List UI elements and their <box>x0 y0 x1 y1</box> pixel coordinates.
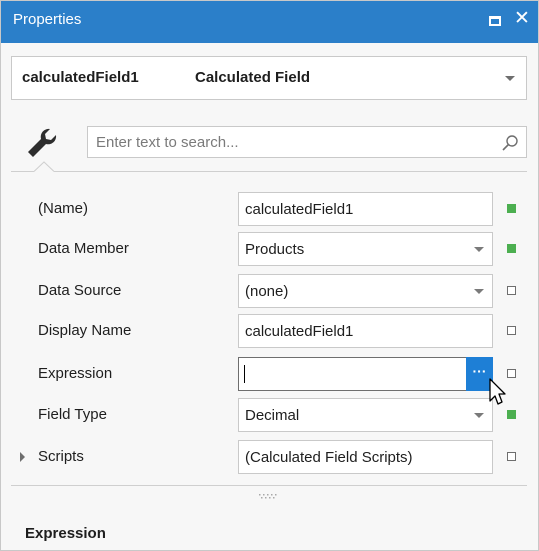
data-source-dropdown[interactable]: (none) <box>238 274 493 308</box>
name-field[interactable]: calculatedField1 <box>238 192 493 226</box>
object-type: Calculated Field <box>195 69 311 86</box>
description-divider <box>11 485 527 486</box>
property-label: Expression <box>38 365 113 382</box>
maximize-icon[interactable] <box>489 16 501 26</box>
property-value: Decimal <box>245 407 300 424</box>
tab-divider-right <box>54 171 527 172</box>
search-input[interactable]: Enter text to search... <box>87 126 527 158</box>
default-marker[interactable] <box>507 452 516 461</box>
default-marker[interactable] <box>507 326 516 335</box>
chevron-down-icon[interactable] <box>474 289 484 294</box>
property-label: Data Source <box>38 282 122 299</box>
default-marker[interactable] <box>507 369 516 378</box>
object-name: calculatedField1 <box>22 69 139 86</box>
object-selector[interactable]: calculatedField1 Calculated Field <box>11 56 527 100</box>
mouse-pointer-icon <box>489 378 506 405</box>
property-row-name: (Name) calculatedField1 <box>1 189 538 229</box>
property-label: Scripts <box>38 448 84 465</box>
modified-marker[interactable] <box>507 244 516 253</box>
chevron-down-icon[interactable] <box>505 76 515 81</box>
title-bar: Properties ✕ <box>1 1 538 43</box>
property-label: (Name) <box>38 200 89 217</box>
property-row-expression: Expression ··· <box>1 354 538 394</box>
modified-marker[interactable] <box>507 410 516 419</box>
modified-marker[interactable] <box>507 204 516 213</box>
expression-field[interactable]: ··· <box>238 357 493 391</box>
display-name-field[interactable]: calculatedField1 <box>238 314 493 348</box>
tab-notch <box>34 161 54 172</box>
property-value: calculatedField1 <box>245 323 354 340</box>
property-row-scripts: Scripts (Calculated Field Scripts) <box>1 437 538 477</box>
chevron-down-icon[interactable] <box>474 413 484 418</box>
scripts-field[interactable]: (Calculated Field Scripts) <box>238 440 493 474</box>
property-label: Display Name <box>38 322 132 339</box>
property-value: (none) <box>245 283 289 300</box>
default-marker[interactable] <box>507 286 516 295</box>
field-type-dropdown[interactable]: Decimal <box>238 398 493 432</box>
property-value: calculatedField1 <box>245 201 354 218</box>
search-icon[interactable] <box>500 133 520 153</box>
close-icon[interactable]: ✕ <box>514 9 530 29</box>
wrench-icon[interactable] <box>25 125 61 161</box>
panel-title: Properties <box>13 11 82 28</box>
property-row-display-name: Display Name calculatedField1 <box>1 311 538 351</box>
property-row-data-source: Data Source (none) <box>1 271 538 311</box>
property-label: Field Type <box>38 406 107 423</box>
property-row-field-type: Field Type Decimal <box>1 395 538 435</box>
property-row-data-member: Data Member Products <box>1 229 538 269</box>
description-title: Expression <box>25 525 106 542</box>
splitter-grip-icon[interactable] <box>257 493 281 499</box>
property-label: Data Member <box>38 240 129 257</box>
data-member-dropdown[interactable]: Products <box>238 232 493 266</box>
property-value: Products <box>245 241 305 258</box>
search-placeholder: Enter text to search... <box>96 134 239 151</box>
expand-arrow-icon[interactable] <box>20 452 25 462</box>
tab-divider-left <box>11 171 34 172</box>
text-caret <box>244 365 245 383</box>
chevron-down-icon[interactable] <box>474 247 484 252</box>
property-value: (Calculated Field Scripts) <box>245 449 413 466</box>
properties-panel: Properties ✕ calculatedField1 Calculated… <box>0 0 539 551</box>
